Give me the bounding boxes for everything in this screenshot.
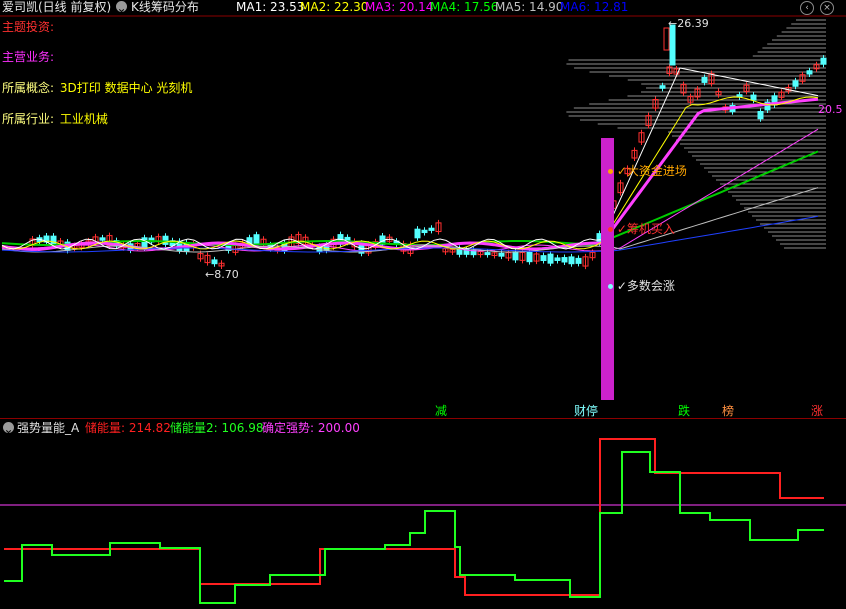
candlesticks — [29, 24, 827, 270]
concept-value: 3D打印 数据中心 光刻机 — [59, 81, 193, 95]
candle — [663, 27, 670, 51]
theme-label: 主题投资: — [2, 20, 55, 34]
sub-panel-title[interactable]: 强势量能_A — [17, 421, 79, 435]
ma6-label: MA6: 12.81 — [560, 0, 629, 14]
ma3-label: MA3: 20.14 — [365, 0, 434, 14]
energy2-line — [4, 451, 824, 604]
signal-reduce: 减 — [435, 404, 448, 418]
close-icon[interactable]: × — [820, 1, 834, 15]
signal-fall: 跌 — [678, 404, 691, 418]
chevron-down-icon[interactable]: ⌄ — [116, 1, 127, 15]
ma1-label: MA1: 23.53 — [236, 0, 305, 14]
industry-row: 所属行业: 工业机械 — [2, 112, 108, 126]
concept-label: 所属概念: — [2, 81, 55, 95]
chevron-left-icon[interactable]: ‹ — [800, 1, 814, 15]
indicator-name[interactable]: K线筹码分布 — [131, 0, 199, 14]
industry-value: 工业机械 — [59, 112, 108, 126]
ma-line — [1, 150, 819, 246]
chevron-down-icon[interactable]: ⌄ — [3, 422, 14, 436]
concept-row: 所属概念: 3D打印 数据中心 光刻机 — [2, 81, 192, 95]
ma-line — [1, 67, 819, 250]
candle — [669, 24, 676, 66]
energy-line — [4, 438, 824, 596]
low-price-label: ←8.70 — [205, 268, 239, 281]
sub-indicator-lines — [0, 438, 846, 604]
ma-line — [1, 97, 819, 251]
high-price-label: ←26.39 — [668, 17, 709, 30]
business-label: 主营业务: — [2, 50, 55, 64]
sub-panel-header: ⌄ 强势量能_A 储能量: 214.82 储能量2: 106.98 确定强势: … — [0, 419, 846, 436]
signal-big-money: ✓大资金进场 — [608, 162, 687, 179]
signal-rise: ✓多数会涨 — [608, 277, 675, 294]
energy2-label: 储能量2: 106.98 — [170, 421, 264, 435]
stock-title[interactable]: 爱司凯(日线 前复权) — [2, 0, 111, 14]
ma5-label: MA5: 14.90 — [495, 0, 564, 14]
ma4-label: MA4: 17.56 — [430, 0, 499, 14]
header-bar: 爱司凯(日线 前复权) ⌄ K线筹码分布 MA1: 23.53 MA2: 22.… — [0, 0, 846, 16]
signal-up: 涨 — [811, 404, 824, 418]
strong-label: 确定强势: 200.00 — [262, 421, 360, 435]
right-value-label: 20.5 — [818, 103, 843, 116]
ma2-label: MA2: 22.30 — [300, 0, 369, 14]
signal-buy: ✓筹机买入 — [608, 220, 675, 237]
industry-label: 所属行业: — [2, 112, 55, 126]
ma-line — [1, 128, 819, 252]
signal-list: 榜 — [722, 404, 735, 418]
energy-label: 储能量: 214.82 — [85, 421, 171, 435]
signal-halt: 财停 — [574, 404, 599, 418]
